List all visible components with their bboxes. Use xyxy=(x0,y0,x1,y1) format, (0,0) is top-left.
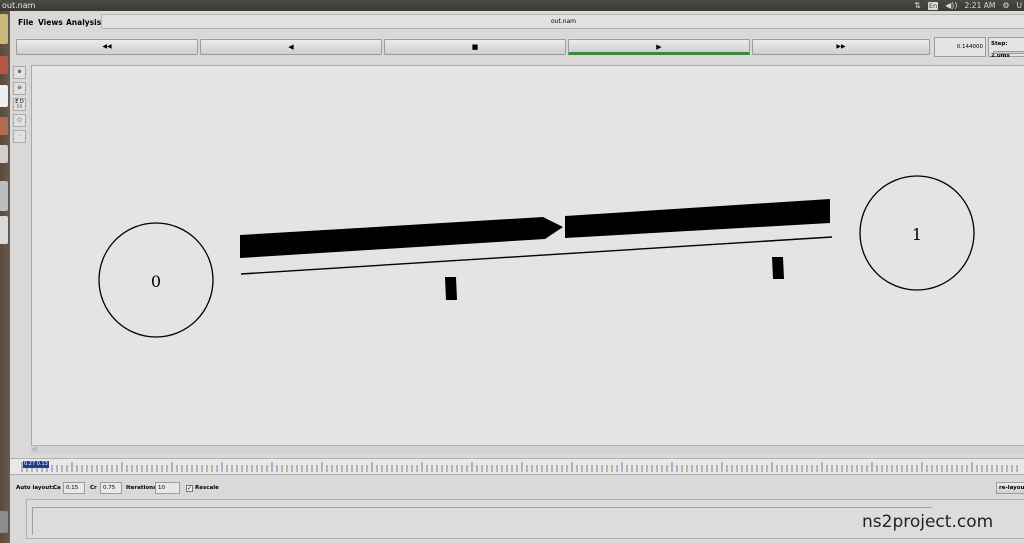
launcher xyxy=(0,11,10,543)
clock[interactable]: 2:21 AM xyxy=(965,1,996,10)
step-label: Step: 2.0ms xyxy=(991,41,1010,59)
launcher-item-app[interactable] xyxy=(0,216,8,244)
play-button[interactable]: ▶ xyxy=(568,39,750,55)
step-slider[interactable] xyxy=(993,51,1024,54)
time-display: 0.144000 xyxy=(934,37,986,57)
fast-forward-button[interactable]: ▶▶ xyxy=(752,39,930,55)
stop-button[interactable]: ■ xyxy=(384,39,566,55)
menu-bar: File Views Analysis out.nam xyxy=(10,11,1024,33)
timeline-slider[interactable]: 0.27 0.13 xyxy=(10,458,1024,475)
packet-stream xyxy=(565,199,830,238)
tool-palette: ⊕ ⊖ E D I I ○ ◦ xyxy=(13,66,27,146)
step-back-button[interactable]: ◀ xyxy=(200,39,382,55)
nam-window: File Views Analysis out.nam ◀◀ ◀ ■ ▶ ▶▶ … xyxy=(10,11,1024,543)
iterations-input[interactable]: 10 xyxy=(155,482,180,494)
keyboard-layout-indicator[interactable]: En xyxy=(927,1,939,10)
relayout-button[interactable]: re-layout xyxy=(996,482,1024,494)
rescale-label: Rescale xyxy=(195,485,219,491)
watermark: ns2project.com xyxy=(862,512,994,532)
node-label: 0 xyxy=(151,272,161,291)
horizontal-scrollbar[interactable]: ◁ xyxy=(31,445,1024,454)
circle-tool-icon[interactable]: ○ xyxy=(13,114,26,127)
launcher-item-app[interactable] xyxy=(0,145,8,163)
playback-controls: ◀◀ ◀ ■ ▶ ▶▶ 0.144000 Step: 2.0ms xyxy=(10,37,1024,59)
launcher-item-trash[interactable] xyxy=(0,511,8,533)
node-0[interactable]: 0 xyxy=(98,222,214,338)
top-panel: out.nam ⇅ En ◀)) 2:21 AM ⚙ U xyxy=(0,0,1024,11)
user-indicator[interactable]: U xyxy=(1017,1,1023,10)
packet xyxy=(772,257,784,279)
circle-small-tool-icon[interactable]: ◦ xyxy=(13,130,26,143)
network-canvas[interactable]: 0 1 xyxy=(31,65,1024,452)
packet-stream xyxy=(240,217,563,258)
launcher-item-files[interactable] xyxy=(0,56,8,74)
auto-layout-label: Auto layout: xyxy=(16,485,55,491)
cr-label: Cr xyxy=(90,485,97,491)
indicator-area: ⇅ En ◀)) 2:21 AM ⚙ U xyxy=(914,0,1024,11)
scroll-left-icon[interactable]: ◁ xyxy=(32,446,37,454)
ca-label: Ca xyxy=(53,485,61,491)
network-drawing[interactable]: 0 1 xyxy=(32,66,1024,451)
step-control[interactable]: Step: 2.0ms xyxy=(988,37,1024,59)
zoom-in-icon[interactable]: ⊕ xyxy=(13,66,26,79)
menu-analysis[interactable]: Analysis xyxy=(66,18,101,27)
packet xyxy=(445,277,457,300)
file-name-label: out.nam xyxy=(101,14,1024,29)
rescale-checkbox[interactable]: ✓ xyxy=(186,485,193,492)
annotation-list[interactable] xyxy=(32,507,932,535)
edit-tool-sublabel: I I xyxy=(17,104,22,110)
node-label: 1 xyxy=(912,225,922,244)
timeline-ticks xyxy=(21,462,1018,472)
iterations-label: Iterations xyxy=(126,485,157,491)
ca-input[interactable]: 0.15 xyxy=(63,482,85,494)
zoom-out-icon[interactable]: ⊖ xyxy=(13,82,26,95)
window-title: out.nam xyxy=(2,1,36,10)
launcher-item-app[interactable] xyxy=(0,117,8,135)
gear-icon[interactable]: ⚙ xyxy=(1002,0,1009,11)
menu-views[interactable]: Views xyxy=(38,18,63,27)
volume-icon[interactable]: ◀)) xyxy=(945,0,957,11)
launcher-item-browser[interactable] xyxy=(0,85,8,107)
menu-file[interactable]: File xyxy=(18,18,33,27)
edit-tool[interactable]: E D I I xyxy=(13,98,26,111)
auto-layout-bar: Auto layout: Ca 0.15 Cr 0.75 Iterations … xyxy=(10,479,1024,497)
network-icon[interactable]: ⇅ xyxy=(914,0,921,11)
launcher-item-settings[interactable] xyxy=(0,181,8,211)
cr-input[interactable]: 0.75 xyxy=(100,482,122,494)
rewind-button[interactable]: ◀◀ xyxy=(16,39,198,55)
launcher-item-dash[interactable] xyxy=(0,14,8,44)
node-1[interactable]: 1 xyxy=(859,175,975,291)
timeline-marker[interactable]: 0.27 0.13 xyxy=(23,461,49,468)
